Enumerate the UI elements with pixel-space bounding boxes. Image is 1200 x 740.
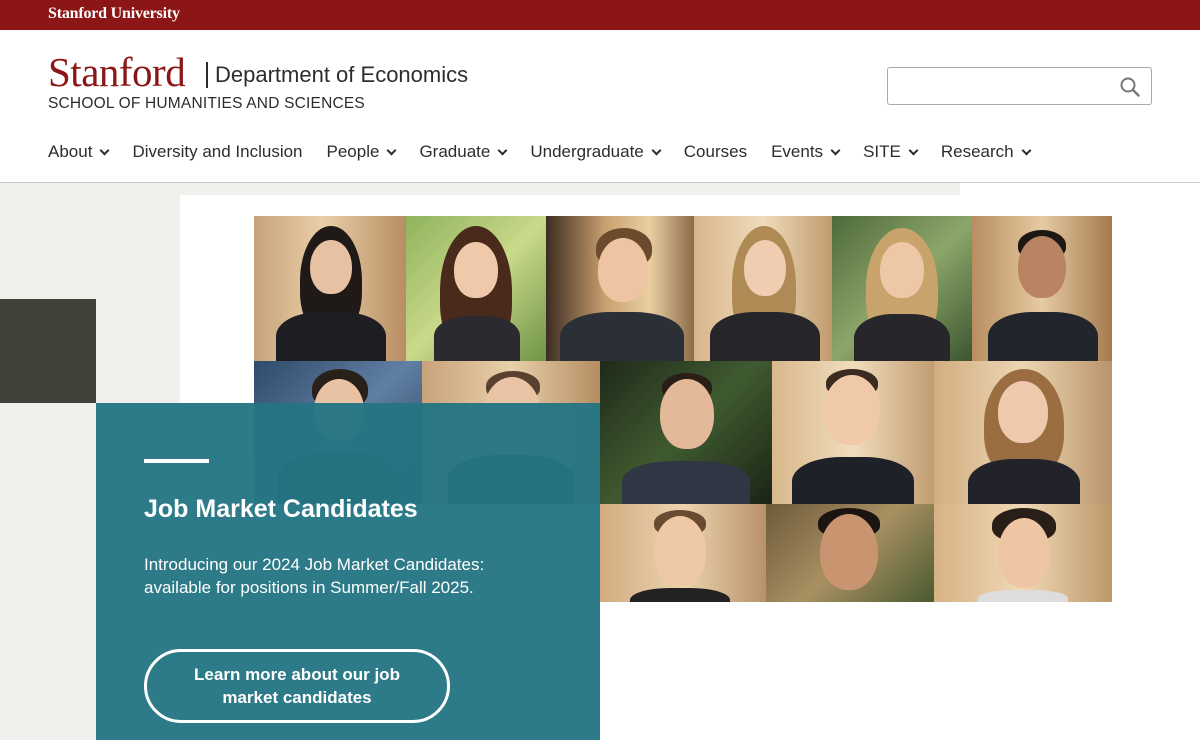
nav-item-label: Graduate — [419, 142, 491, 161]
panel-description: Introducing our 2024 Job Market Candidat… — [144, 555, 485, 597]
nav-item-label: Diversity and Inclusion — [132, 142, 303, 161]
site-brand[interactable]: Stanford Department of Economics — [48, 49, 468, 95]
nav-item-about[interactable]: About — [48, 140, 110, 164]
nav-item-label: Research — [940, 142, 1014, 161]
candidate-photo — [406, 216, 546, 361]
decorative-block — [0, 299, 96, 403]
candidate-photo — [832, 216, 972, 361]
candidate-photo — [600, 504, 766, 602]
chevron-down-icon — [99, 145, 110, 155]
nav-item-label: Events — [771, 142, 824, 161]
nav-item-events[interactable]: Events — [771, 140, 841, 164]
chevron-down-icon — [1021, 145, 1032, 155]
candidate-photo — [600, 361, 772, 504]
stanford-topbar: Stanford University — [0, 0, 1200, 30]
nav-item-diversity[interactable]: Diversity and Inclusion — [132, 140, 302, 164]
candidate-photo — [546, 216, 694, 361]
nav-item-label: People — [326, 142, 380, 161]
nav-item-label: Courses — [683, 142, 748, 161]
nav-item-site[interactable]: SITE — [863, 140, 919, 164]
candidate-photo — [934, 361, 1112, 504]
search-icon[interactable] — [1119, 76, 1141, 98]
nav-item-label: Undergraduate — [530, 142, 644, 161]
panel-title: Job Market Candidates — [144, 495, 418, 523]
main-nav: About Diversity and Inclusion People Gra… — [48, 140, 1054, 164]
nav-item-graduate[interactable]: Graduate — [419, 140, 508, 164]
nav-item-research[interactable]: Research — [940, 140, 1032, 164]
candidate-photo — [772, 361, 934, 504]
job-market-panel: Job Market Candidates Introducing our 20… — [96, 403, 600, 740]
school-name[interactable]: SCHOOL OF HUMANITIES AND SCIENCES — [48, 95, 365, 113]
candidate-photo — [254, 216, 406, 361]
search-input[interactable] — [896, 74, 1111, 98]
stanford-university-link[interactable]: Stanford University — [48, 5, 180, 23]
candidate-photo — [972, 216, 1112, 361]
chevron-down-icon — [830, 145, 841, 155]
chevron-down-icon — [651, 145, 662, 155]
chevron-down-icon — [497, 145, 508, 155]
brand-divider — [206, 62, 208, 88]
stanford-wordmark: Stanford — [48, 49, 186, 95]
nav-item-courses[interactable]: Courses — [684, 140, 747, 164]
candidate-photo — [934, 504, 1112, 602]
panel-accent-rule — [144, 459, 209, 463]
search-box[interactable] — [887, 67, 1152, 105]
chevron-down-icon — [908, 145, 919, 155]
chevron-down-icon — [387, 145, 397, 155]
nav-item-label: About — [48, 142, 93, 161]
nav-item-label: SITE — [863, 142, 901, 161]
department-name: Department of Economics — [215, 62, 469, 87]
nav-item-undergraduate[interactable]: Undergraduate — [530, 140, 662, 164]
candidate-photo — [766, 504, 934, 602]
learn-more-button[interactable]: Learn more about our job market candidat… — [144, 649, 450, 723]
candidate-photo — [694, 216, 832, 361]
nav-item-people[interactable]: People — [326, 140, 397, 164]
